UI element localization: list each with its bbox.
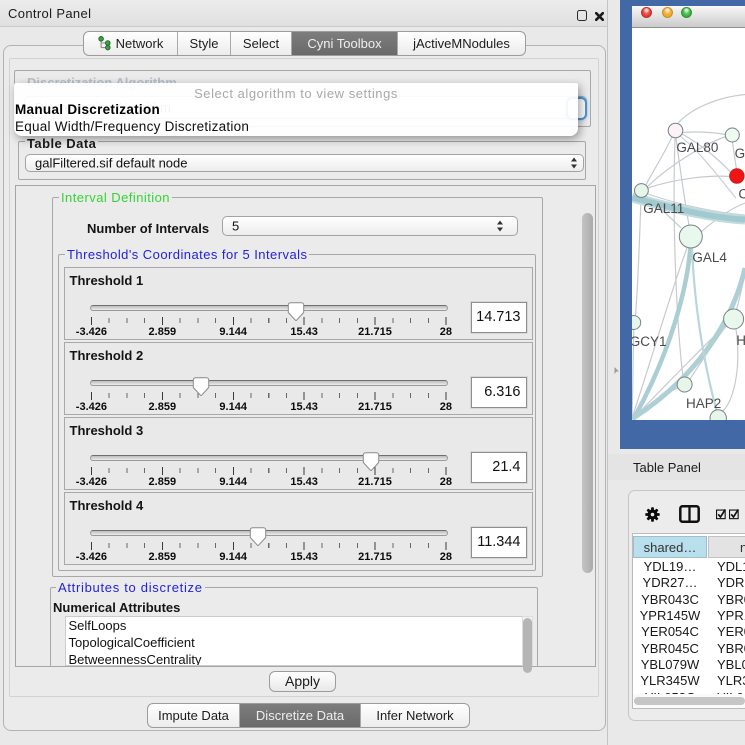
svg-text:H: H xyxy=(736,333,745,348)
svg-text:HAP2: HAP2 xyxy=(686,396,721,411)
svg-text:GAL80: GAL80 xyxy=(676,140,718,155)
svg-text:GA: GA xyxy=(735,146,745,161)
svg-text:GAL4: GAL4 xyxy=(692,250,727,265)
svg-text:GAL11: GAL11 xyxy=(643,201,684,216)
svg-text:C: C xyxy=(738,187,745,202)
svg-text:GCY1: GCY1 xyxy=(632,334,666,349)
